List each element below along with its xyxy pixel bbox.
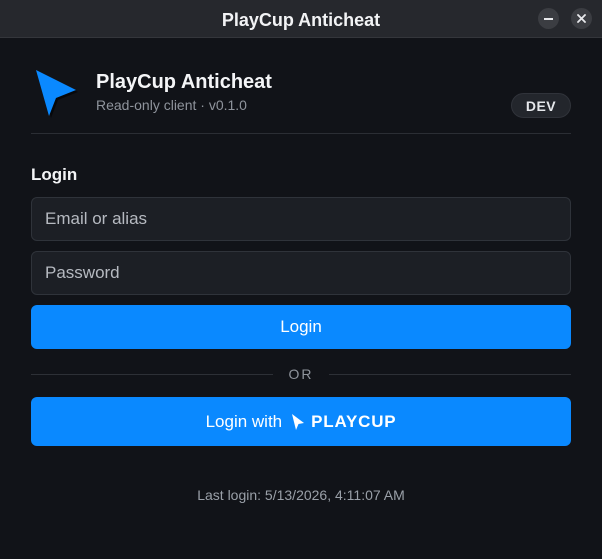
or-divider-left: [31, 374, 273, 375]
window-title: PlayCup Anticheat: [221, 10, 381, 30]
password-input[interactable]: [31, 251, 571, 295]
close-icon: [577, 14, 586, 23]
app-version: Read-only client · v0.1.0: [96, 97, 247, 113]
or-divider-right: [329, 374, 571, 375]
login-panel: PlayCup Anticheat Read-only client · v0.…: [0, 39, 602, 559]
login-button[interactable]: Login: [31, 305, 571, 349]
login-section-title: Login: [31, 165, 78, 184]
last-login-text: Last login: 5/13/2026, 4:11:07 AM: [197, 487, 405, 503]
email-input[interactable]: [31, 197, 571, 241]
app-name: PlayCup Anticheat: [96, 71, 272, 93]
playcup-button-label: Login with: [205, 411, 283, 431]
environment-badge: DEV: [511, 93, 571, 118]
playcup-brand-text: PLAYCUP: [311, 411, 397, 431]
arrow-pointer-icon: [34, 68, 78, 123]
minimize-icon: [544, 17, 553, 20]
title-bar: PlayCup Anticheat: [0, 0, 602, 38]
playcup-cursor-icon: [291, 413, 305, 431]
or-divider-text: OR: [288, 366, 314, 382]
minimize-button[interactable]: [538, 8, 559, 29]
login-with-playcup-button[interactable]: Login with PLAYCUP: [31, 397, 571, 446]
header-divider: [31, 133, 571, 134]
close-button[interactable]: [571, 8, 592, 29]
